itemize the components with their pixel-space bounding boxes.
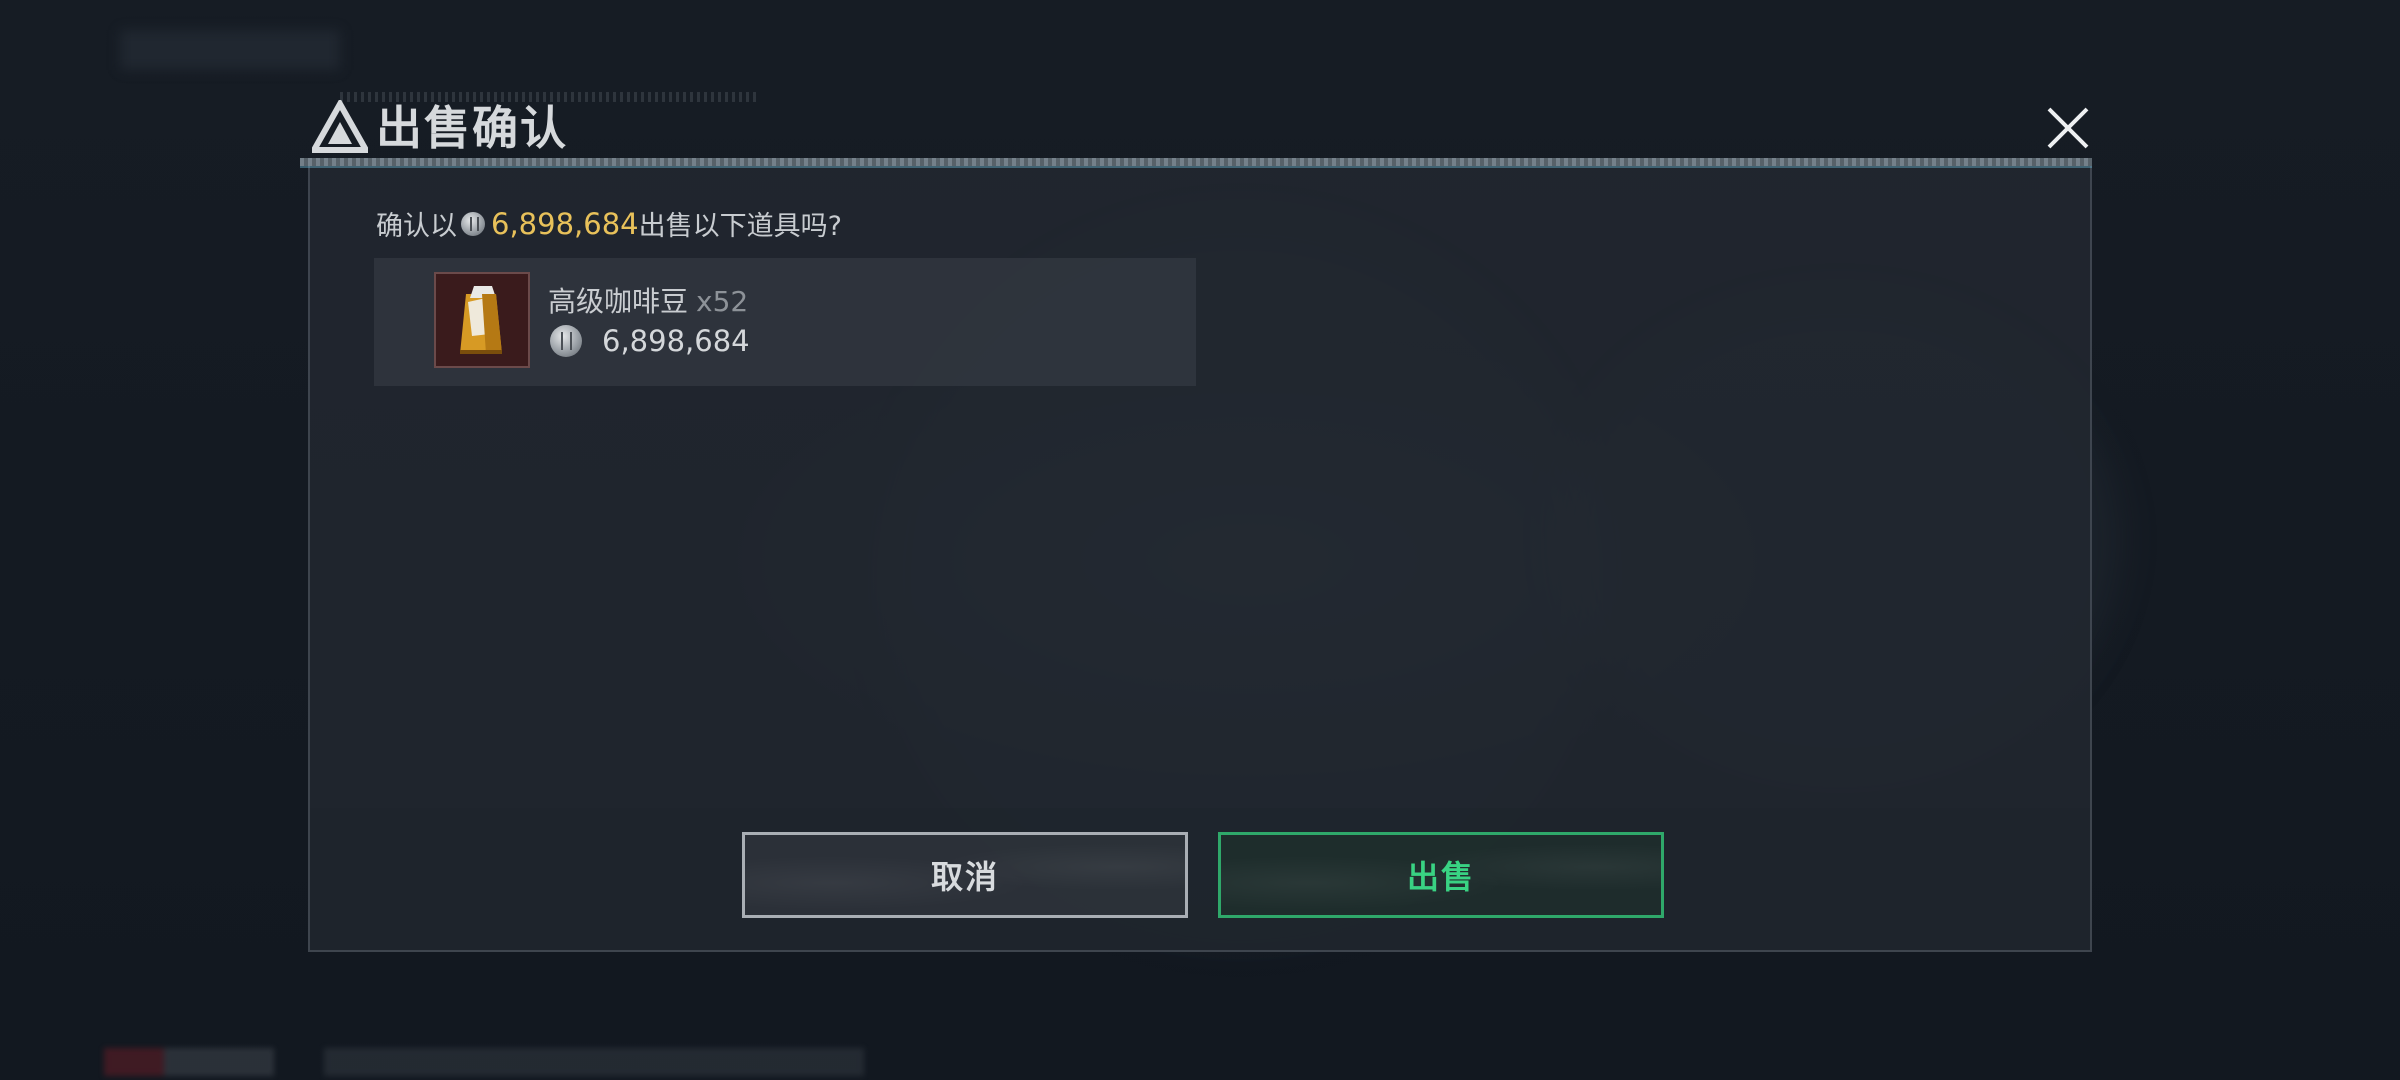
sell-confirm-dialog: 确认以 6,898,684 出售以下道具吗? 高级咖啡豆 x52 6,898,6… — [308, 158, 2092, 952]
item-price: 6,898,684 — [602, 324, 750, 358]
sell-confirm-prompt: 确认以 6,898,684 出售以下道具吗? — [376, 204, 842, 243]
cancel-button[interactable]: 取消 — [742, 832, 1188, 918]
dialog-title: 出售确认 — [376, 101, 568, 155]
item-quantity: x52 — [696, 285, 749, 318]
sell-button[interactable]: 出售 — [1218, 832, 1664, 918]
dialog-footer — [310, 808, 2090, 950]
prompt-suffix: 出售以下道具吗? — [638, 211, 842, 242]
cancel-button-label: 取消 — [930, 858, 999, 896]
coffee-bean-bag-icon — [434, 272, 530, 368]
silver-coin-icon — [550, 325, 582, 357]
item-name: 高级咖啡豆 — [548, 285, 689, 318]
background-strip — [120, 30, 340, 70]
game-logo-icon — [308, 97, 372, 156]
item-card: 高级咖啡豆 x52 6,898,684 — [374, 258, 1196, 386]
close-button[interactable] — [2034, 96, 2102, 160]
dialog-title-bar: 出售确认 — [300, 92, 2100, 164]
blurred-footer-info — [104, 1048, 864, 1076]
item-price-row: 6,898,684 — [550, 324, 750, 358]
item-name-row: 高级咖啡豆 x52 — [548, 280, 748, 320]
close-icon — [2047, 107, 2089, 149]
silver-coin-icon — [461, 211, 485, 236]
prompt-prefix: 确认以 — [376, 211, 457, 242]
prompt-amount: 6,898,684 — [491, 206, 639, 241]
game-screen: 确认以 6,898,684 出售以下道具吗? 高级咖啡豆 x52 6,898,6… — [0, 0, 2400, 1080]
sell-button-label: 出售 — [1406, 858, 1475, 896]
